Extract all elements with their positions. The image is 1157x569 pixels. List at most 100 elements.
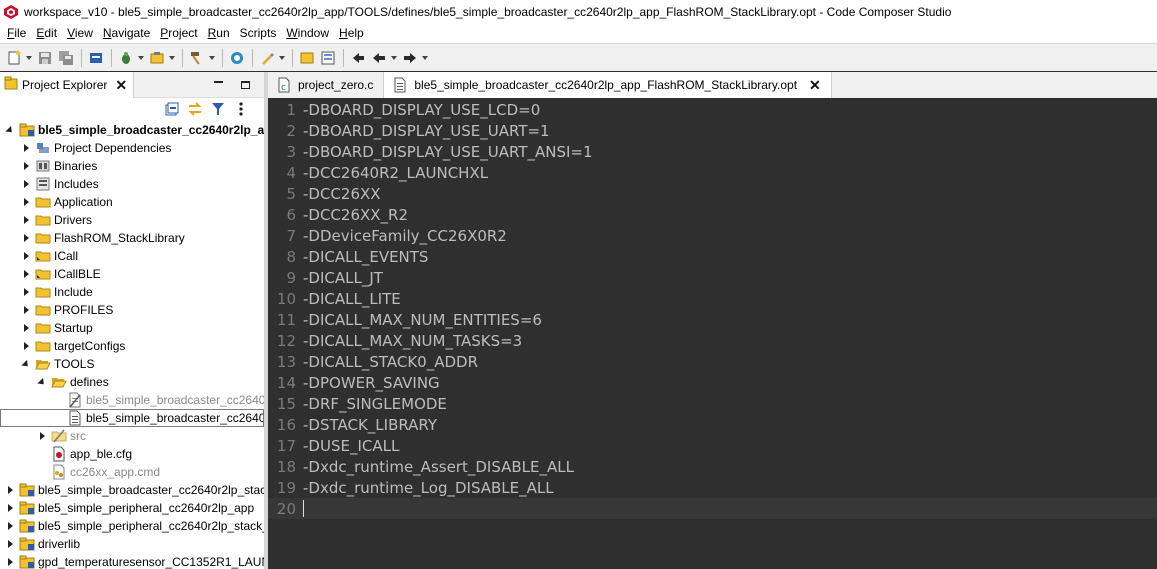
save-icon[interactable] <box>35 48 55 68</box>
tree-item[interactable]: Application <box>0 193 264 211</box>
collapsed-arrow-icon[interactable] <box>21 319 31 337</box>
collapsed-arrow-icon[interactable] <box>5 481 15 499</box>
editor-tab[interactable]: ble5_simple_broadcaster_cc2640r2lp_app_F… <box>384 72 832 98</box>
collapsed-arrow-icon[interactable] <box>37 427 47 445</box>
flash-icon[interactable] <box>147 48 167 68</box>
tree-item[interactable]: app_ble.cfg <box>0 445 264 463</box>
code-line[interactable]: 10 -DICALL_LITE <box>268 288 1157 309</box>
maximize-icon[interactable] <box>241 80 250 89</box>
tree-item[interactable]: cc26xx_app.cmd <box>0 463 264 481</box>
collapsed-arrow-icon[interactable] <box>21 229 31 247</box>
tree-item[interactable]: ble5_simple_broadcaster_cc2640 <box>0 409 264 427</box>
tree-item[interactable]: ICallBLE <box>0 265 264 283</box>
link-with-editor-icon[interactable] <box>186 100 204 118</box>
view-menu-icon[interactable] <box>232 100 250 118</box>
code-line[interactable]: 5 -DCC26XX <box>268 183 1157 204</box>
build-hammer-icon[interactable] <box>187 48 207 68</box>
menu-item-navigate[interactable]: Navigate <box>98 26 155 40</box>
collapsed-arrow-icon[interactable] <box>5 535 15 553</box>
collapsed-arrow-icon[interactable] <box>21 247 31 265</box>
debug-dropdown-arrow[interactable] <box>137 48 145 68</box>
back-arrow-icon[interactable] <box>369 48 389 68</box>
flash-dropdown-arrow[interactable] <box>168 48 176 68</box>
editor-tab[interactable]: c project_zero.c <box>268 72 385 98</box>
code-line[interactable]: 6 -DCC26XX_R2 <box>268 204 1157 225</box>
tree-item[interactable]: Project Dependencies <box>0 139 264 157</box>
forward-arrow-icon[interactable] <box>400 48 420 68</box>
collapsed-arrow-icon[interactable] <box>21 157 31 175</box>
code-line[interactable]: 18 -Dxdc_runtime_Assert_DISABLE_ALL <box>268 456 1157 477</box>
tree-item[interactable]: gpd_temperaturesensor_CC1352R1_LAUN <box>0 553 264 569</box>
pen-dropdown-arrow[interactable] <box>278 48 286 68</box>
collapsed-arrow-icon[interactable] <box>21 193 31 211</box>
collapsed-arrow-icon[interactable] <box>5 517 15 535</box>
project-explorer-tab[interactable]: Project Explorer ✕ <box>0 71 135 98</box>
tree-item[interactable]: FlashROM_StackLibrary <box>0 229 264 247</box>
build-dropdown-arrow[interactable] <box>208 48 216 68</box>
last-edit-location-icon[interactable] <box>348 48 368 68</box>
new-icon[interactable] <box>4 48 24 68</box>
collapse-all-icon[interactable] <box>163 100 181 118</box>
tree-item[interactable]: ble5_simple_broadcaster_cc2640r2lp_stac <box>0 481 264 499</box>
code-line[interactable]: 19 -Dxdc_runtime_Log_DISABLE_ALL <box>268 477 1157 498</box>
menu-item-edit[interactable]: Edit <box>31 26 62 40</box>
menu-item-run[interactable]: Run <box>203 26 235 40</box>
pen-icon[interactable] <box>257 48 277 68</box>
menu-item-project[interactable]: Project <box>155 26 202 40</box>
outline-icon[interactable] <box>318 48 338 68</box>
tree-item[interactable]: driverlib <box>0 535 264 553</box>
tree-item[interactable]: targetConfigs <box>0 337 264 355</box>
tree-item[interactable]: Startup <box>0 319 264 337</box>
code-line[interactable]: 17 -DUSE_ICALL <box>268 435 1157 456</box>
code-line[interactable]: 2 -DBOARD_DISPLAY_USE_UART=1 <box>268 120 1157 141</box>
collapsed-arrow-icon[interactable] <box>21 265 31 283</box>
tree-item[interactable]: Includes <box>0 175 264 193</box>
tree-item[interactable]: TOOLS <box>0 355 264 373</box>
back-dropdown-arrow[interactable] <box>390 48 398 68</box>
code-line[interactable]: 7 -DDeviceFamily_CC26X0R2 <box>268 225 1157 246</box>
collapsed-arrow-icon[interactable] <box>5 553 15 569</box>
expanded-arrow-icon[interactable] <box>37 373 47 391</box>
minimize-icon[interactable] <box>214 80 223 83</box>
collapsed-arrow-icon[interactable] <box>21 301 31 319</box>
code-line[interactable]: 3 -DBOARD_DISPLAY_USE_UART_ANSI=1 <box>268 141 1157 162</box>
collapsed-arrow-icon[interactable] <box>5 499 15 517</box>
code-line[interactable]: 20 <box>268 498 1157 519</box>
tree-item[interactable]: Include <box>0 283 264 301</box>
code-line[interactable]: 1 -DBOARD_DISPLAY_USE_LCD=0 <box>268 99 1157 120</box>
tree-item[interactable]: ble5_simple_peripheral_cc2640r2lp_app <box>0 499 264 517</box>
tree-item[interactable]: defines <box>0 373 264 391</box>
code-line[interactable]: 16 -DSTACK_LIBRARY <box>268 414 1157 435</box>
tree-item[interactable]: ICall <box>0 247 264 265</box>
menu-item-file[interactable]: File <box>2 26 31 40</box>
expanded-arrow-icon[interactable] <box>21 355 31 373</box>
close-icon[interactable]: ✕ <box>809 78 821 92</box>
tree-item[interactable]: ble5_simple_broadcaster_cc2640r2lp_ap <box>0 121 264 139</box>
tree-item[interactable]: Binaries <box>0 157 264 175</box>
menu-item-view[interactable]: View <box>62 26 98 40</box>
menu-item-help[interactable]: Help <box>334 26 369 40</box>
code-line[interactable]: 9 -DICALL_JT <box>268 267 1157 288</box>
collapsed-arrow-icon[interactable] <box>21 337 31 355</box>
tree-item[interactable]: ble5_simple_broadcaster_cc2640 <box>0 391 264 409</box>
code-line[interactable]: 14 -DPOWER_SAVING <box>268 372 1157 393</box>
resource-explorer-icon[interactable] <box>227 48 247 68</box>
code-line[interactable]: 13 -DICALL_STACK0_ADDR <box>268 351 1157 372</box>
expanded-arrow-icon[interactable] <box>5 121 15 139</box>
collapsed-arrow-icon[interactable] <box>21 283 31 301</box>
collapsed-arrow-icon[interactable] <box>21 139 31 157</box>
collapsed-arrow-icon[interactable] <box>21 211 31 229</box>
code-line[interactable]: 8 -DICALL_EVENTS <box>268 246 1157 267</box>
code-line[interactable]: 11 -DICALL_MAX_NUM_ENTITIES=6 <box>268 309 1157 330</box>
console-icon[interactable] <box>86 48 106 68</box>
forward-dropdown-arrow[interactable] <box>421 48 429 68</box>
debug-icon[interactable] <box>116 48 136 68</box>
code-line[interactable]: 15 -DRF_SINGLEMODE <box>268 393 1157 414</box>
new-dropdown-arrow[interactable] <box>25 48 33 68</box>
close-icon[interactable]: ✕ <box>115 78 127 92</box>
tree-item[interactable]: src <box>0 427 264 445</box>
code-line[interactable]: 12 -DICALL_MAX_NUM_TASKS=3 <box>268 330 1157 351</box>
tree-item[interactable]: Drivers <box>0 211 264 229</box>
open-type-icon[interactable] <box>297 48 317 68</box>
menu-item-scripts[interactable]: Scripts <box>235 26 282 40</box>
